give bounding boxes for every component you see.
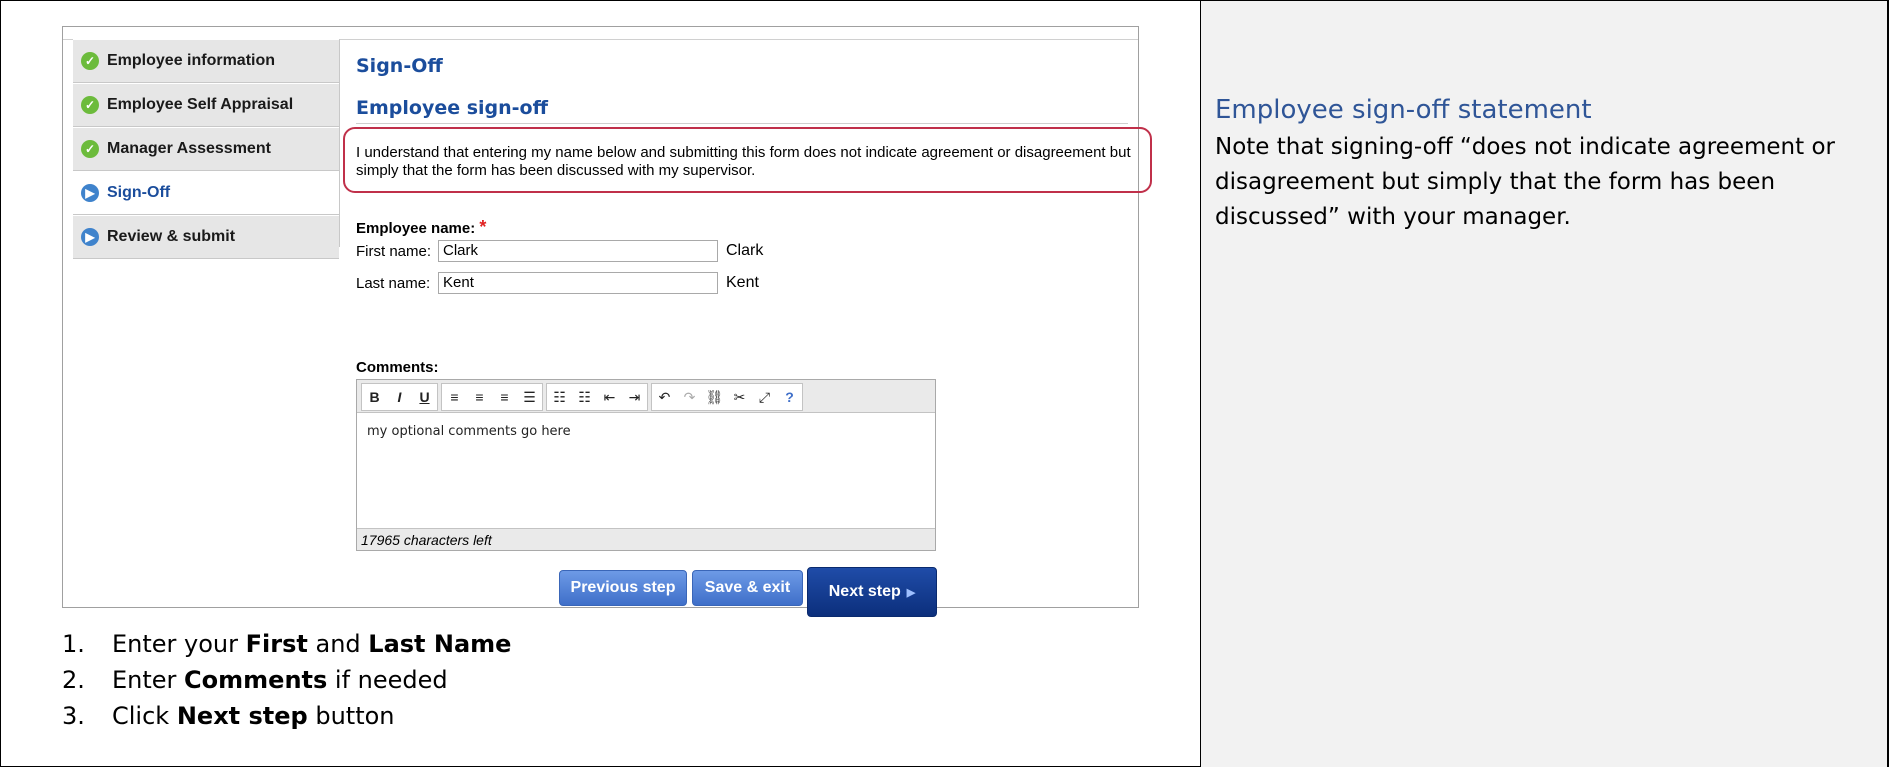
nav-item-label: Manager Assessment: [107, 140, 271, 157]
first-name-row: First name: Clark: [356, 240, 763, 262]
nav-item-label: Review & submit: [107, 228, 236, 245]
last-name-echo: Kent: [726, 274, 759, 291]
last-name-row: Last name: Kent: [356, 272, 759, 294]
toolbar-group-list: ☷ ☷ ⇤ ⇥: [546, 383, 648, 411]
instruction-text: Click Next step button: [112, 702, 395, 730]
nav-divider: [339, 39, 340, 247]
employee-name-label: Employee name: *: [356, 217, 486, 238]
first-name-input[interactable]: [438, 240, 718, 262]
instruction-item: 2. Enter Comments if needed: [62, 666, 511, 702]
comments-label: Comments:: [356, 359, 439, 376]
side-note-title: Employee sign-off statement: [1215, 95, 1592, 125]
page-edge: [1887, 0, 1888, 767]
instruction-text: Enter Comments if needed: [112, 666, 448, 694]
first-name-label: First name:: [356, 242, 432, 260]
link-icon[interactable]: ⛓: [702, 384, 727, 410]
arrow-right-icon: ▶: [81, 228, 99, 246]
last-name-input[interactable]: [438, 272, 718, 294]
nav-item-employee-information[interactable]: ✓ Employee information: [73, 39, 339, 83]
editor-toolbar: B I U ≡ ≡ ≡ ☰ ☷ ☷ ⇤ ⇥ ↶ ↷ ⛓ ✂ ⤢ ?: [357, 380, 935, 413]
form-screenshot: ✓ Employee information ✓ Employee Self A…: [62, 26, 1152, 617]
arrow-right-icon: ▶: [81, 184, 99, 202]
instruction-item: 1. Enter your First and Last Name: [62, 630, 511, 666]
toolbar-group-align: ≡ ≡ ≡ ☰: [441, 383, 543, 411]
nav-item-manager-assessment[interactable]: ✓ Manager Assessment: [73, 127, 339, 171]
comments-textarea[interactable]: my optional comments go here: [367, 424, 571, 439]
outdent-icon[interactable]: ⇤: [597, 384, 622, 410]
bullet-list-icon[interactable]: ☷: [547, 384, 572, 410]
arrow-right-icon: ▶: [906, 586, 916, 599]
instruction-number: 2.: [62, 666, 85, 694]
instruction-list: 1. Enter your First and Last Name 2. Ent…: [62, 630, 511, 738]
undo-icon[interactable]: ↶: [652, 384, 677, 410]
nav-item-review-submit[interactable]: ▶ Review & submit: [73, 215, 339, 259]
help-icon[interactable]: ?: [777, 384, 802, 410]
column-divider: [1200, 0, 1201, 767]
underline-icon[interactable]: U: [412, 384, 437, 410]
italic-icon[interactable]: I: [387, 384, 412, 410]
indent-icon[interactable]: ⇥: [622, 384, 647, 410]
last-name-label: Last name:: [356, 274, 431, 292]
toolbar-group-format: B I U: [361, 383, 438, 411]
redo-icon[interactable]: ↷: [677, 384, 702, 410]
align-right-icon[interactable]: ≡: [492, 384, 517, 410]
nav-item-sign-off[interactable]: ▶ Sign-Off: [73, 171, 339, 215]
required-marker: *: [479, 217, 487, 237]
align-left-icon[interactable]: ≡: [442, 384, 467, 410]
unlink-icon[interactable]: ✂: [727, 384, 752, 410]
nav-item-employee-self-appraisal[interactable]: ✓ Employee Self Appraisal: [73, 83, 339, 127]
instruction-item: 3. Click Next step button: [62, 702, 511, 738]
previous-step-button[interactable]: Previous step: [559, 570, 687, 606]
check-icon: ✓: [81, 96, 99, 114]
save-exit-button[interactable]: Save & exit: [692, 570, 803, 606]
step-nav: ✓ Employee information ✓ Employee Self A…: [73, 39, 339, 259]
subsection-title: Employee sign-off: [356, 97, 548, 119]
instruction-number: 1.: [62, 630, 85, 658]
next-step-label: Next step: [828, 583, 901, 600]
check-icon: ✓: [81, 52, 99, 70]
nav-item-label: Employee Self Appraisal: [107, 96, 294, 113]
character-counter: 17965 characters left: [357, 528, 935, 550]
numbered-list-icon[interactable]: ☷: [572, 384, 597, 410]
bold-icon[interactable]: B: [362, 384, 387, 410]
instruction-text: Enter your First and Last Name: [112, 630, 512, 658]
fullscreen-icon[interactable]: ⤢: [752, 384, 777, 410]
align-justify-icon[interactable]: ☰: [517, 384, 542, 410]
toolbar-group-misc: ↶ ↷ ⛓ ✂ ⤢ ?: [651, 383, 803, 411]
employee-name-text: Employee name:: [356, 220, 476, 237]
sign-off-statement: I understand that entering my name below…: [356, 144, 1131, 179]
instruction-number: 3.: [62, 702, 85, 730]
first-name-echo: Clark: [726, 242, 764, 259]
next-step-button[interactable]: Next step ▶: [807, 567, 937, 617]
side-note-body: Note that signing-off “does not indicate…: [1215, 134, 1835, 230]
nav-item-label: Employee information: [107, 52, 276, 69]
subsection-divider: [356, 123, 1128, 124]
section-title: Sign-Off: [356, 55, 443, 77]
align-center-icon[interactable]: ≡: [467, 384, 492, 410]
nav-item-label: Sign-Off: [107, 184, 171, 201]
comments-editor: B I U ≡ ≡ ≡ ☰ ☷ ☷ ⇤ ⇥ ↶ ↷ ⛓ ✂ ⤢ ? my opt…: [356, 379, 936, 551]
check-icon: ✓: [81, 140, 99, 158]
